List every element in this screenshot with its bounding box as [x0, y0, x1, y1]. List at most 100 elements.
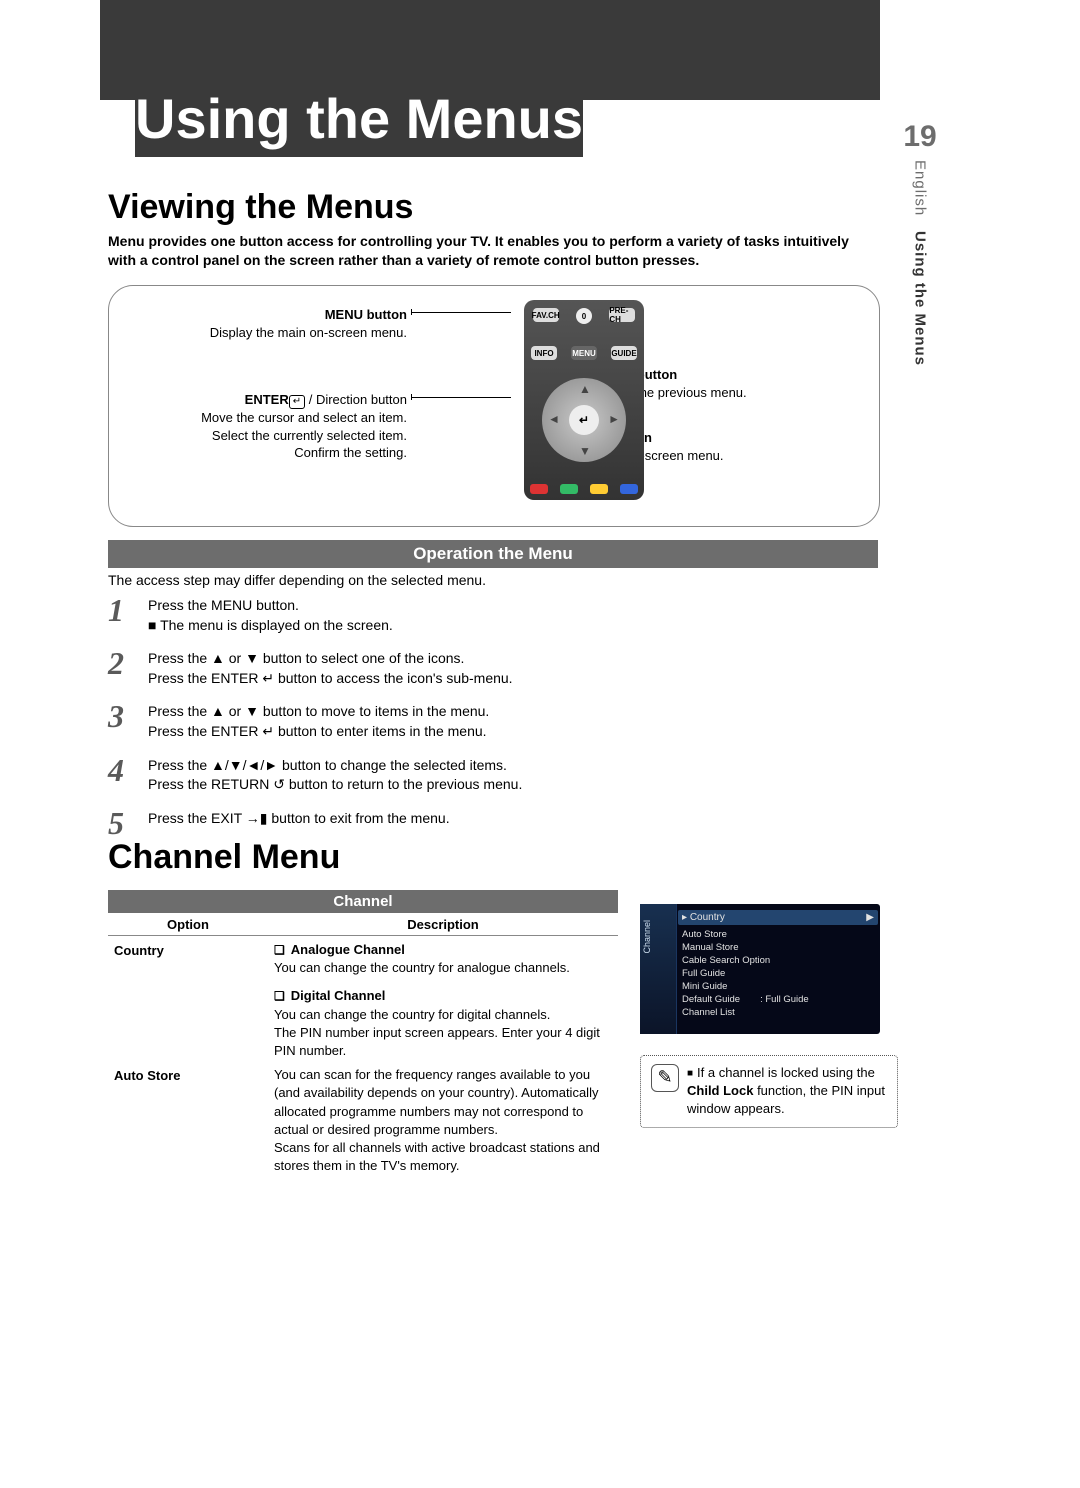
operation-steps: 1 Press the MENU button. ■ The menu is d…: [108, 594, 878, 851]
remote-blue-button: [620, 484, 638, 494]
desc-autostore: You can scan for the frequency ranges av…: [274, 1066, 612, 1139]
osd-selected-label: Country: [690, 912, 725, 923]
desc-digital2: The PIN number input screen appears. Ent…: [274, 1024, 612, 1060]
remote-diagram: MENU button Display the main on-screen m…: [108, 285, 880, 527]
chevron-right-icon: ▶: [866, 912, 874, 923]
callout-menu-text: Display the main on-screen menu.: [210, 325, 407, 340]
section-label-vertical: Using the Menus: [912, 231, 929, 366]
callout-enter-l1: Move the cursor and select an item.: [201, 410, 407, 425]
osd-item-value: : Full Guide: [760, 994, 809, 1005]
step-number: 4: [108, 754, 148, 786]
intro-text: Menu provides one button access for cont…: [108, 232, 878, 270]
subhead-digital: Digital Channel: [274, 987, 612, 1005]
th-description: Description: [268, 917, 618, 932]
th-option: Option: [108, 917, 268, 932]
cell-description: You can scan for the frequency ranges av…: [274, 1066, 618, 1175]
subhead-analogue: Analogue Channel: [274, 941, 612, 959]
step: 2 Press the ▲ or ▼ button to select one …: [108, 647, 878, 688]
language-label: English: [912, 160, 929, 216]
step-line: ■ The menu is displayed on the screen.: [148, 616, 393, 636]
lead-tick: [411, 309, 412, 315]
note-prefix: If a channel is locked using the: [697, 1065, 875, 1080]
remote-green-button: [560, 484, 578, 494]
remote-btn-enter: ↵: [569, 405, 599, 435]
lead-line: [411, 397, 511, 398]
remote-btn-zero: 0: [576, 308, 592, 324]
desc-analogue: You can change the country for analogue …: [274, 959, 612, 977]
remote-yellow-button: [590, 484, 608, 494]
cell-option: Auto Store: [108, 1066, 274, 1175]
note-text: ■ If a channel is locked using the Child …: [687, 1064, 889, 1119]
page-side-tab: 19 English Using the Menus: [890, 120, 950, 371]
step-line: Press the ▲/▼/◄/► button to change the s…: [148, 756, 522, 776]
step-line: Press the MENU button.: [148, 596, 393, 616]
note-bold: Child Lock: [687, 1083, 753, 1098]
lead-line: [411, 312, 511, 313]
remote-illustration: FAV.CH 0 PRE-CH INFO MENU GUIDE ▲ ▼ ◄ ► …: [524, 300, 644, 500]
step: 1 Press the MENU button. ■ The menu is d…: [108, 594, 878, 635]
osd-item: Full Guide: [682, 968, 874, 979]
dpad-left-icon: ◄: [548, 412, 560, 426]
osd-side-label: Channel: [642, 920, 652, 954]
osd-item: Default Guide: [682, 994, 740, 1005]
channel-table: Country Analogue Channel You can change …: [108, 938, 618, 1178]
osd-list: Auto Store Manual Store Cable Search Opt…: [682, 929, 874, 1018]
lead-tick: [411, 394, 412, 400]
cell-description: Analogue Channel You can change the coun…: [274, 941, 618, 1060]
section-bar-operation: Operation the Menu: [108, 540, 878, 568]
step-number: 5: [108, 807, 148, 839]
callout-enter-l3: Confirm the setting.: [294, 445, 407, 460]
remote-red-button: [530, 484, 548, 494]
step-number: 3: [108, 700, 148, 732]
remote-btn-info: INFO: [531, 346, 557, 360]
step-number: 2: [108, 647, 148, 679]
cell-option: Country: [108, 941, 274, 1060]
callout-enter: ENTER↵ / Direction button Move the curso…: [149, 391, 407, 462]
callout-menu: MENU button Display the main on-screen m…: [177, 306, 407, 341]
heading-viewing: Viewing the Menus: [108, 188, 413, 227]
callout-enter-suffix: / Direction button: [305, 392, 407, 407]
enter-icon: ↵: [289, 395, 305, 409]
remote-btn-menu: MENU: [571, 346, 597, 360]
remote-btn-prech: PRE-CH: [609, 308, 635, 322]
step-line: Press the EXIT →▮ button to exit from th…: [148, 809, 450, 829]
osd-item: Auto Store: [682, 929, 874, 940]
table-header: Option Description: [108, 914, 618, 936]
step-line: Press the RETURN ↺ button to return to t…: [148, 775, 522, 795]
heading-channel: Channel Menu: [108, 838, 340, 877]
desc-autostore2: Scans for all channels with active broad…: [274, 1139, 612, 1175]
pencil-icon: ✎: [651, 1064, 679, 1092]
remote-btn-favch: FAV.CH: [533, 308, 559, 322]
table-row: Auto Store You can scan for the frequenc…: [108, 1063, 618, 1178]
chapter-title: Using the Menus: [135, 90, 583, 157]
step-number: 1: [108, 594, 148, 626]
dpad-right-icon: ►: [608, 412, 620, 426]
table-title-channel: Channel: [108, 890, 618, 913]
chapter-bar: [100, 0, 880, 100]
osd-screenshot: Channel ▸ Country ▶ Auto Store Manual St…: [640, 904, 880, 1034]
remote-dpad: ▲ ▼ ◄ ► ↵: [542, 378, 626, 462]
step: 3 Press the ▲ or ▼ button to move to ite…: [108, 700, 878, 741]
osd-item: Mini Guide: [682, 981, 874, 992]
step: 5 Press the EXIT →▮ button to exit from …: [108, 807, 878, 839]
step: 4 Press the ▲/▼/◄/► button to change the…: [108, 754, 878, 795]
desc-digital: You can change the country for digital c…: [274, 1006, 612, 1024]
page-number: 19: [890, 120, 950, 154]
step-line: Press the ▲ or ▼ button to select one of…: [148, 649, 513, 669]
osd-item: Cable Search Option: [682, 955, 874, 966]
dpad-down-icon: ▼: [579, 444, 591, 458]
osd-sidebar: Channel: [640, 904, 677, 1034]
remote-color-row: [524, 484, 644, 494]
remote-btn-guide: GUIDE: [611, 346, 637, 360]
step-line: Press the ▲ or ▼ button to move to items…: [148, 702, 489, 722]
osd-item: Channel List: [682, 1007, 874, 1018]
callout-menu-title: MENU button: [325, 307, 407, 322]
callout-enter-l2: Select the currently selected item.: [212, 428, 407, 443]
dpad-up-icon: ▲: [579, 382, 591, 396]
step-line: Press the ENTER ↵ button to enter items …: [148, 722, 489, 742]
table-row: Country Analogue Channel You can change …: [108, 938, 618, 1063]
osd-item: Manual Store: [682, 942, 874, 953]
bullet-icon: ■: [687, 1068, 693, 1079]
step-line: Press the ENTER ↵ button to access the i…: [148, 669, 513, 689]
note-box: ✎ ■ If a channel is locked using the Chil…: [640, 1055, 898, 1128]
